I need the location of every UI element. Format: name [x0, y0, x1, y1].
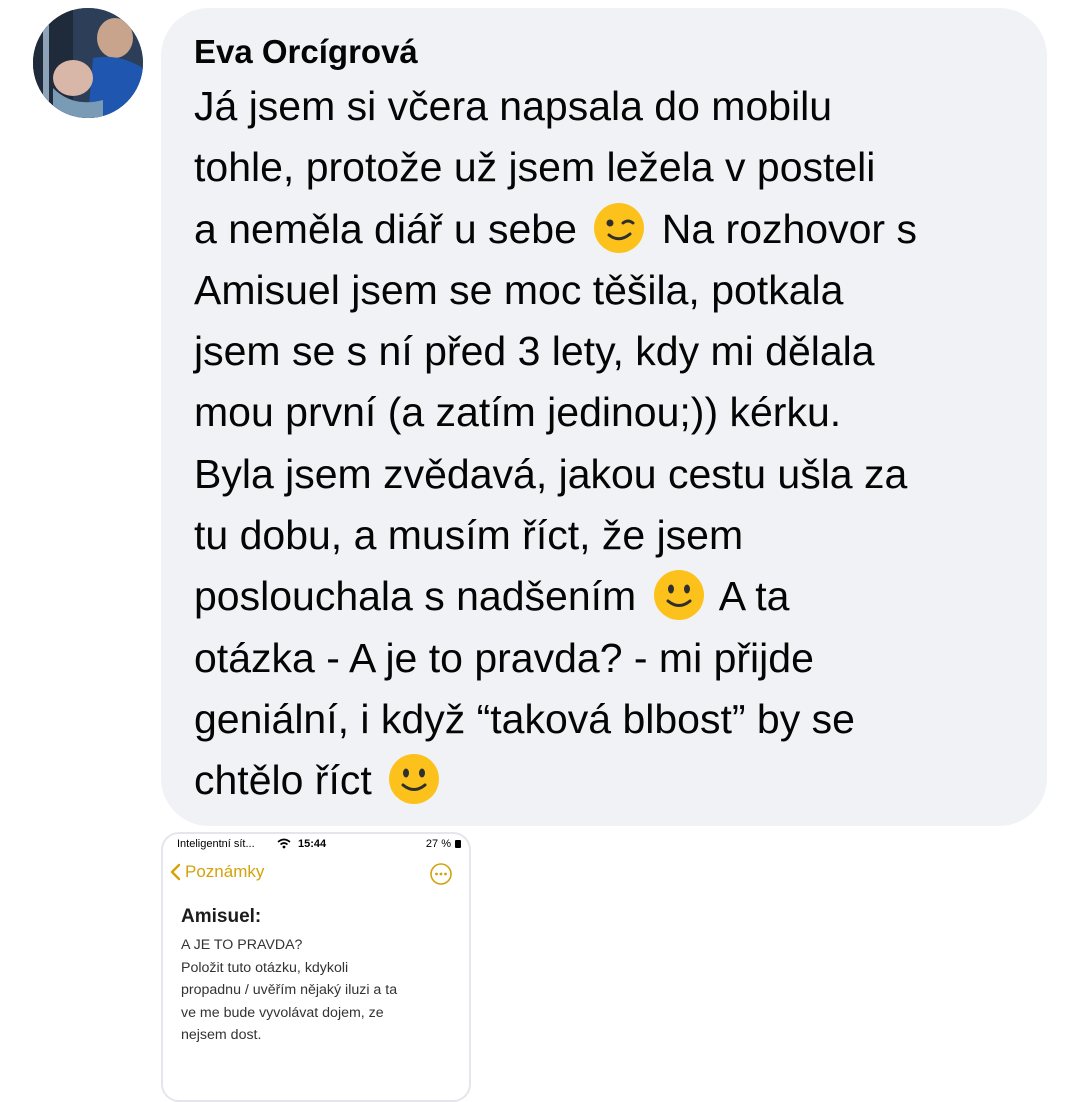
comment-line: chtělo říct [194, 757, 372, 804]
note-line: propadnu / uvěřím nějaký iluzi a ta [181, 982, 398, 998]
comment-line: otázka - A je to pravda? - mi přijde [194, 634, 814, 681]
note-content: Amisuel: A JE TO PRAVDA? Položit tuto ot… [181, 906, 457, 1047]
note-line: A JE TO PRAVDA? [181, 937, 303, 953]
comment-line: A ta [718, 573, 790, 620]
comment-line: geniální, i když “taková blbost” by se [194, 695, 855, 742]
back-button-label: Poznámky [185, 862, 265, 881]
comment-line: tohle, protože už jsem ležela v posteli [194, 144, 876, 191]
comment-line: Na rozhovor s [661, 205, 917, 252]
comment-bubble: Eva Orcígrová Já jsem si včera napsala d… [161, 8, 1047, 826]
comment-line: Já jsem si včera napsala do mobilu [194, 83, 833, 129]
wifi-icon [277, 838, 291, 849]
more-options-icon[interactable] [429, 862, 453, 886]
carrier-label: Inteligentní sít... [177, 838, 255, 850]
note-line: ve me bude vyvolávat dojem, ze [181, 1004, 384, 1021]
note-body: A JE TO PRAVDA? Položit tuto otázku, kdy… [181, 934, 457, 1047]
notes-nav-bar: Poznámky [163, 862, 469, 892]
comment-line: a neměla diář u sebe [194, 205, 577, 252]
comment-line: tu dobu, a musím říct, že jsem [194, 512, 744, 559]
note-line: Položit tuto otázku, kdykoli [181, 959, 349, 976]
avatar[interactable] [33, 8, 143, 118]
chevron-left-icon [170, 863, 181, 881]
battery-icon [455, 840, 461, 848]
comment-line: Amisuel jsem se moc těšila, potkala [194, 266, 844, 313]
comment-line: jsem se s ní před 3 lety, kdy mi dělala [194, 328, 875, 375]
comment-line: mou první (a zatím jedinou;)) kérku. [194, 389, 842, 436]
status-time: 15:44 [298, 838, 327, 850]
slightly-smiling-face-emoji-icon [389, 754, 440, 805]
comment-author[interactable]: Eva Orcígrová [194, 32, 1017, 72]
phone-status-bar: Inteligentní sít... 15:44 27 % [163, 836, 469, 854]
comment-line: Byla jsem zvědavá, jakou cestu ušla za [194, 450, 908, 497]
back-button[interactable]: Poznámky [169, 862, 264, 882]
battery-label: 27 % [425, 838, 451, 850]
note-line: nejsem dost. [181, 1027, 262, 1043]
winking-face-emoji-icon [594, 202, 645, 253]
note-title: Amisuel: [181, 906, 262, 927]
comment-line: poslouchala s nadšením [194, 573, 637, 620]
attached-image[interactable]: Inteligentní sít... 15:44 27 % Poznámky … [161, 832, 471, 1102]
comment-text: Já jsem si včera napsala do mobilu tohle… [194, 76, 1017, 812]
slightly-smiling-face-emoji-icon [653, 570, 704, 621]
avatar-photo [33, 8, 143, 118]
